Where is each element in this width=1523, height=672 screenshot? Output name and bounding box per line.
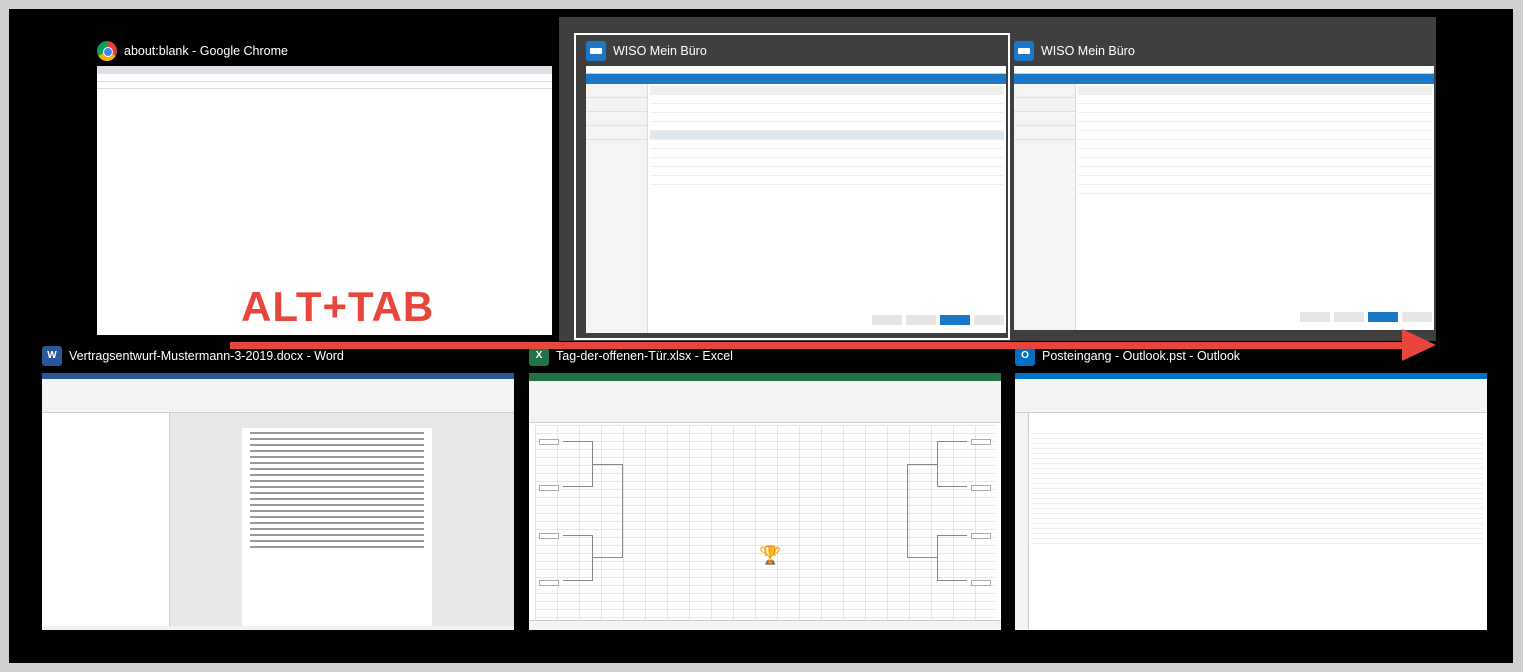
window-title: Tag-der-offenen-Tür.xlsx - Excel xyxy=(556,349,733,363)
window-tile-wiso-2[interactable]: WISO Mein Büro xyxy=(1014,39,1434,333)
window-thumbnail xyxy=(586,66,1006,333)
chrome-icon xyxy=(97,41,117,61)
window-tile-outlook[interactable]: O Posteingang - Outlook.pst - Outlook xyxy=(1015,344,1487,630)
window-thumbnail xyxy=(42,373,514,630)
arrow-right-icon xyxy=(1402,329,1436,361)
window-thumbnail: 🏆 xyxy=(529,373,1001,630)
window-tile-excel[interactable]: X Tag-der-offenen-Tür.xlsx - Excel 🏆 xyxy=(529,344,1001,630)
wiso-icon xyxy=(1014,41,1034,61)
task-switcher: about:blank - Google Chrome WISO Mein Bü… xyxy=(9,9,1513,663)
window-title: Vertragsentwurf-Mustermann-3-2019.docx -… xyxy=(69,349,344,363)
shortcut-label: ALT+TAB xyxy=(241,283,435,330)
window-thumbnail xyxy=(1014,66,1434,330)
window-tile-word[interactable]: W Vertragsentwurf-Mustermann-3-2019.docx… xyxy=(42,344,514,630)
window-tile-wiso-1[interactable]: WISO Mein Büro xyxy=(586,39,1006,333)
excel-icon: X xyxy=(529,346,549,366)
wiso-icon xyxy=(586,41,606,61)
window-title: Posteingang - Outlook.pst - Outlook xyxy=(1042,349,1241,363)
arrow-shaft xyxy=(230,342,1415,349)
window-title: WISO Mein Büro xyxy=(613,44,707,58)
window-title: WISO Mein Büro xyxy=(1041,44,1135,58)
outlook-icon: O xyxy=(1015,346,1035,366)
window-title: about:blank - Google Chrome xyxy=(124,44,288,58)
window-thumbnail xyxy=(1015,373,1487,630)
trophy-icon: 🏆 xyxy=(759,545,782,565)
word-icon: W xyxy=(42,346,62,366)
